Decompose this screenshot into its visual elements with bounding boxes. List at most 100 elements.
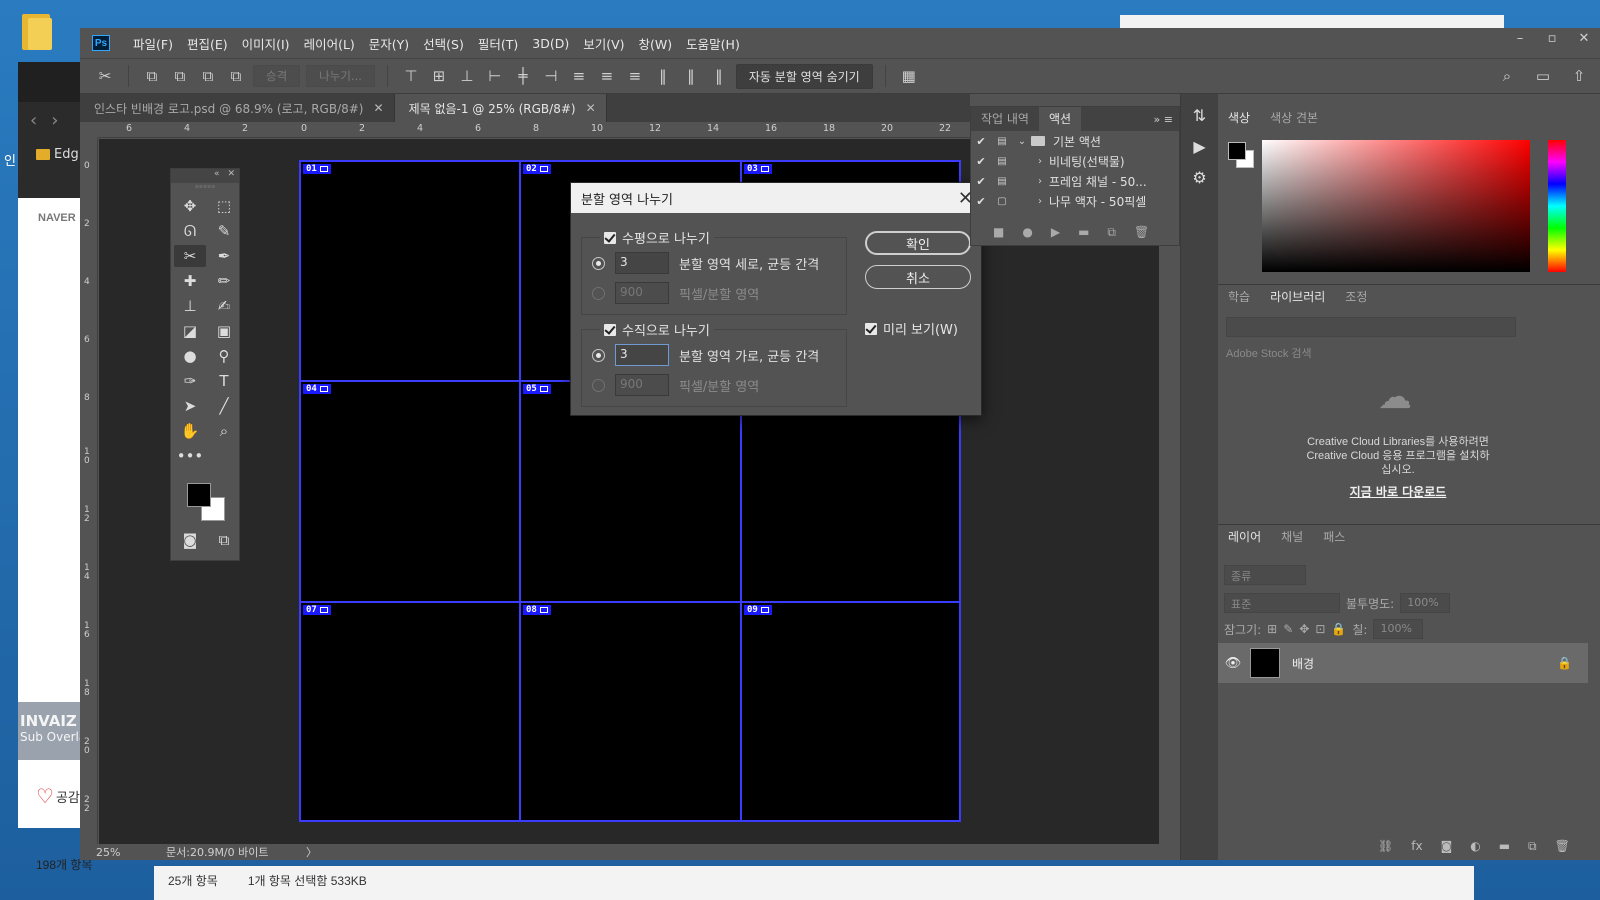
checkbox-checked-icon[interactable]	[604, 231, 616, 244]
hue-slider[interactable]	[1548, 140, 1566, 272]
slice[interactable]: 01	[300, 161, 520, 381]
brush-tool-icon[interactable]: ✏	[208, 270, 240, 292]
close-icon[interactable]: ✕	[1568, 28, 1600, 52]
tab-color[interactable]: 색상	[1218, 106, 1261, 130]
stop-icon[interactable]: ■	[993, 225, 1004, 239]
quick-select-tool-icon[interactable]: ✎	[208, 220, 240, 242]
tab-history[interactable]: 작업 내역	[971, 107, 1039, 131]
line-tool-icon[interactable]: ╱	[208, 395, 240, 417]
tab-learn[interactable]: 학습	[1218, 285, 1260, 309]
check-icon[interactable]: ✔	[971, 155, 991, 168]
pen-tool-icon[interactable]: ✑	[174, 370, 206, 392]
share-icon[interactable]: ⇧	[1568, 67, 1590, 85]
menu-image[interactable]: 이미지(I)	[235, 34, 297, 53]
action-set-row[interactable]: ✔ ▤ ⌄ 기본 액션	[971, 131, 1179, 151]
back-arrow-icon[interactable]: ‹	[30, 110, 37, 131]
horizontal-pixel-input[interactable]: 900	[615, 282, 669, 304]
tab-libraries[interactable]: 라이브러리	[1260, 285, 1336, 309]
toolbar-grip[interactable]: ▪▪▪▪▪	[171, 183, 239, 191]
menu-file[interactable]: 파일(F)	[126, 34, 180, 53]
foreground-color-swatch[interactable]	[187, 483, 211, 507]
distribute-center-icon[interactable]: ‖	[680, 67, 702, 85]
cancel-button[interactable]: 취소	[865, 265, 971, 289]
tab-actions[interactable]: 액션	[1038, 107, 1082, 131]
trash-icon[interactable]: 🗑	[1134, 225, 1149, 239]
vertical-count-input[interactable]: 3	[615, 344, 669, 366]
layer-row[interactable]: 👁 배경 🔒	[1218, 643, 1588, 683]
slice[interactable]: 04	[300, 381, 520, 602]
vertical-count-radio[interactable]	[592, 348, 605, 362]
tab-paths[interactable]: 패스	[1313, 525, 1355, 549]
menu-3d[interactable]: 3D(D)	[525, 36, 576, 51]
tab-swatches[interactable]: 색상 견본	[1260, 106, 1328, 130]
vertical-pixel-input[interactable]: 900	[615, 374, 669, 396]
close-icon[interactable]: ✕	[586, 101, 596, 115]
distribute-top-icon[interactable]: ≡	[568, 67, 590, 85]
history-brush-icon[interactable]: ✍	[208, 295, 240, 317]
dialog-toggle-icon[interactable]: ▤	[991, 156, 1013, 167]
slice-tool-icon[interactable]: ✂	[174, 245, 206, 267]
lock-artboard-icon[interactable]: ⊡	[1315, 622, 1325, 636]
new-action-icon[interactable]: ⧉	[1107, 225, 1116, 240]
marquee-tool-icon[interactable]: ⬚	[208, 195, 240, 217]
check-icon[interactable]: ✔	[971, 135, 991, 148]
dialog-toggle-icon[interactable]: ▤	[991, 176, 1013, 187]
arrange-backward-icon[interactable]: ⧉	[197, 67, 219, 85]
tab-instagram-logo[interactable]: 인스타 빈배경 로고.psd @ 68.9% (로고, RGB/8#) ✕	[80, 94, 395, 122]
distribute-bottom-icon[interactable]: ≡	[624, 67, 646, 85]
trash-icon[interactable]: 🗑	[1555, 839, 1570, 854]
more-tools-icon[interactable]: •••	[174, 445, 206, 467]
color-picker-field[interactable]	[1262, 140, 1530, 272]
move-tool-icon[interactable]: ✥	[174, 195, 206, 217]
stock-search-input[interactable]: Adobe Stock 검색	[1226, 345, 1312, 361]
properties-panel-icon[interactable]: ⚙	[1181, 168, 1218, 187]
chevron-right-icon[interactable]: ›	[1031, 156, 1049, 167]
eyedropper-tool-icon[interactable]: ✒	[208, 245, 240, 267]
layer-kind-filter[interactable]: 종류	[1224, 565, 1306, 585]
download-link[interactable]: 지금 바로 다운로드	[1218, 483, 1578, 500]
align-top-icon[interactable]: ⊤	[400, 67, 422, 85]
type-tool-icon[interactable]: T	[208, 370, 240, 392]
workspace-icon[interactable]: ▭	[1532, 67, 1554, 85]
forward-arrow-icon[interactable]: ›	[51, 110, 58, 131]
tab-layers[interactable]: 레이어	[1218, 525, 1272, 549]
distribute-right-icon[interactable]: ‖	[708, 67, 730, 85]
menu-filter[interactable]: 필터(T)	[471, 34, 525, 53]
color-swatches[interactable]	[171, 477, 239, 525]
distribute-left-icon[interactable]: ‖	[652, 67, 674, 85]
horizontal-pixel-radio[interactable]	[592, 286, 605, 300]
action-row[interactable]: ✔ ▢ › 나무 액자 - 50픽셀	[971, 191, 1179, 211]
gradient-tool-icon[interactable]: ▣	[208, 320, 240, 342]
hide-auto-slices-button[interactable]: 자동 분할 영역 숨기기	[735, 63, 873, 89]
align-bottom-icon[interactable]: ⊥	[456, 67, 478, 85]
maximize-icon[interactable]: ▫	[1536, 28, 1568, 52]
opacity-input[interactable]: 100%	[1400, 593, 1451, 613]
slice[interactable]: 09	[741, 602, 960, 821]
dialog-toggle-icon[interactable]: ▢	[991, 196, 1013, 207]
arrange-back-icon[interactable]: ⧉	[225, 67, 247, 85]
status-arrow-icon[interactable]: 〉	[306, 844, 317, 860]
folder-icon[interactable]	[20, 12, 54, 52]
checkbox-checked-icon[interactable]	[604, 323, 616, 336]
ok-button[interactable]: 확인	[865, 231, 971, 255]
horizontal-checkbox[interactable]: 수평으로 나누기	[600, 228, 714, 247]
lock-all-icon[interactable]: 🔒	[1331, 622, 1346, 636]
horizontal-count-radio[interactable]	[592, 256, 605, 270]
quick-mask-icon[interactable]: ◙	[174, 529, 206, 551]
tab-untitled[interactable]: 제목 없음-1 @ 25% (RGB/8#) ✕	[394, 94, 607, 122]
align-middle-icon[interactable]: ⊞	[428, 67, 450, 85]
align-center-icon[interactable]: ╪	[512, 67, 534, 85]
mask-icon[interactable]: ◙	[1441, 839, 1453, 854]
menu-view[interactable]: 보기(V)	[576, 34, 631, 53]
adjustment-icon[interactable]: ◐	[1470, 839, 1480, 854]
lock-pixels-icon[interactable]: ⊞	[1267, 622, 1277, 636]
menu-select[interactable]: 선택(S)	[416, 34, 471, 53]
actions-panel-icon[interactable]: ▶	[1181, 137, 1218, 156]
zoom-level[interactable]: 25%	[96, 846, 166, 859]
action-row[interactable]: ✔ ▤ › 비네팅(선택물)	[971, 151, 1179, 171]
eraser-tool-icon[interactable]: ◪	[174, 320, 206, 342]
menu-help[interactable]: 도움말(H)	[679, 34, 747, 53]
align-left-icon[interactable]: ⊢	[484, 67, 506, 85]
preview-checkbox[interactable]: 미리 보기(W)	[865, 319, 958, 338]
zoom-tool-icon[interactable]: ⌕	[208, 420, 240, 442]
